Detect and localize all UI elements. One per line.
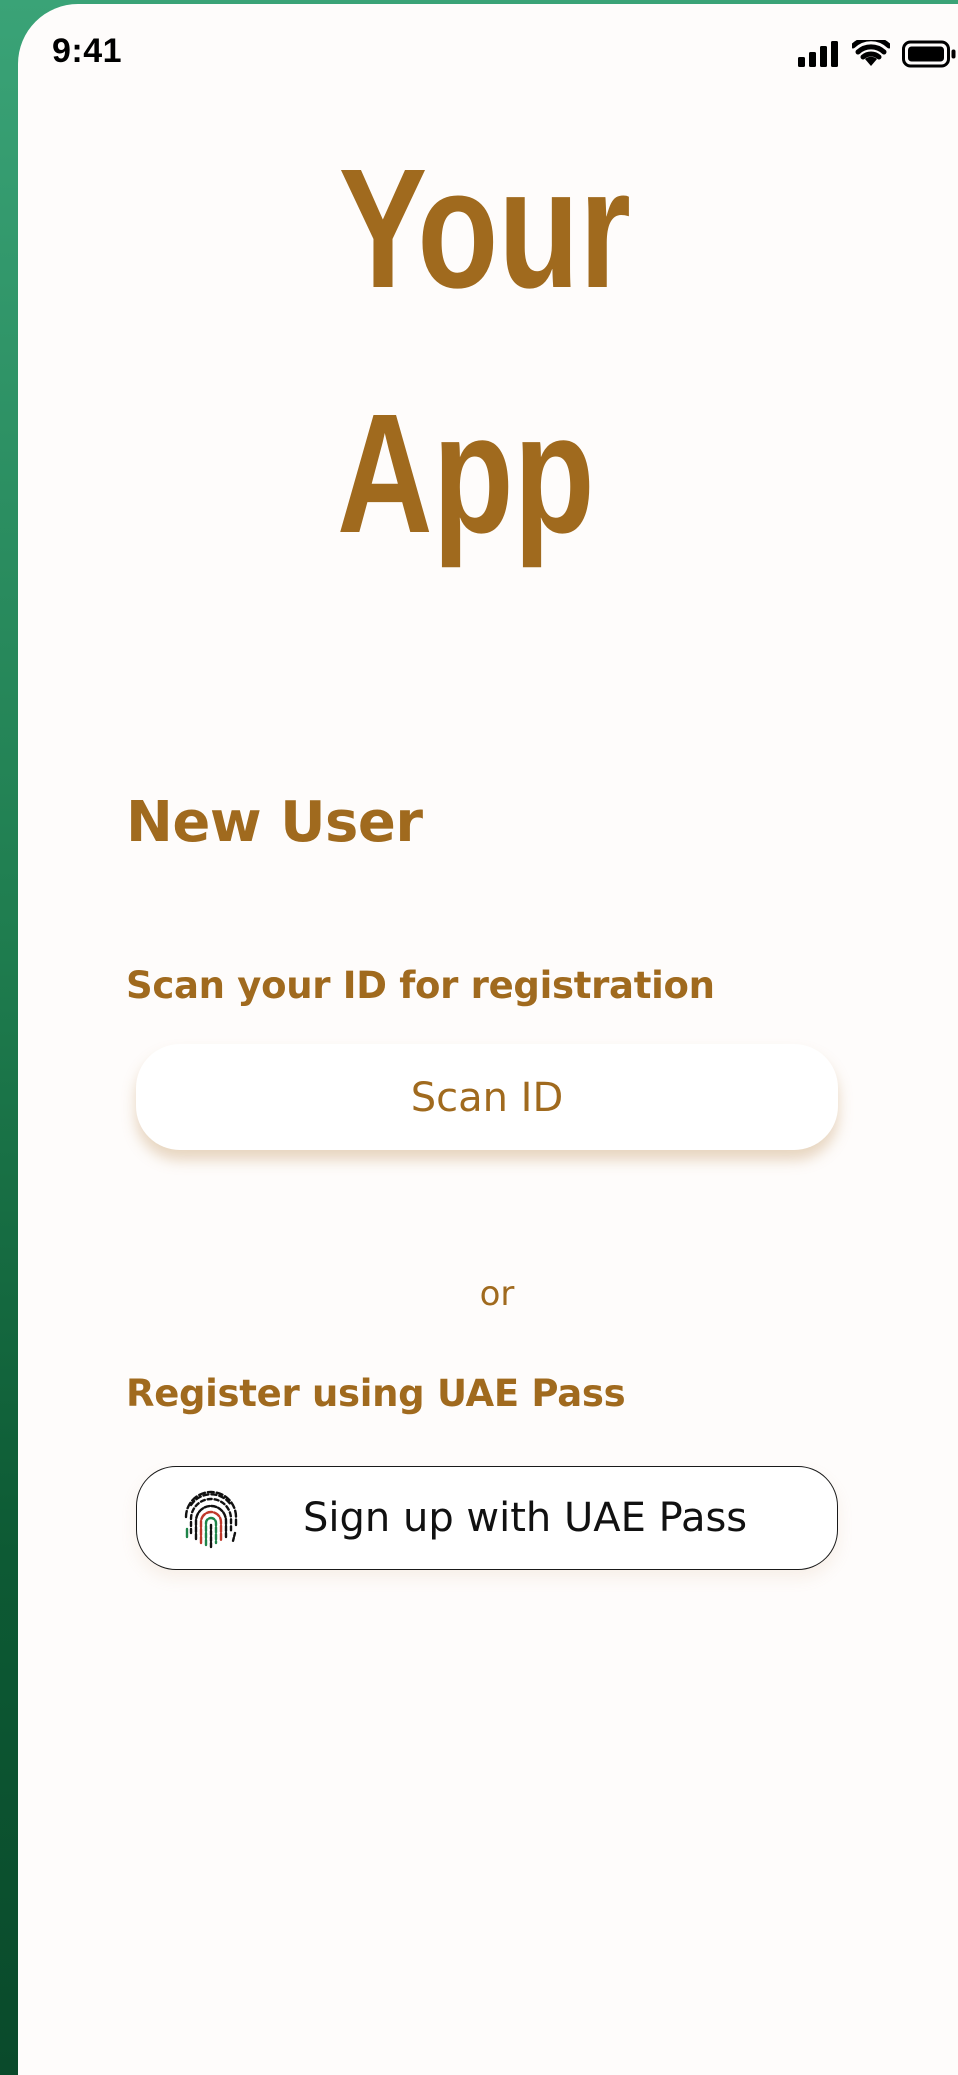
app-title-line1: Your [338,134,631,324]
status-bar: 9:41 [18,4,958,104]
sign-up-uae-pass-button[interactable]: Sign up with UAE Pass [136,1466,838,1570]
fingerprint-icon [184,1490,238,1549]
scan-id-label: Scan your ID for registration [126,964,715,1007]
or-divider-text: or [479,1274,515,1314]
sign-up-uae-pass-label: Sign up with UAE Pass [303,1495,748,1541]
battery-icon [902,40,956,68]
uae-pass-label: Register using UAE Pass [126,1372,626,1415]
app-title-line2: App [336,379,595,569]
new-user-heading: New User [126,790,423,855]
scan-id-button[interactable]: Scan ID [136,1044,838,1150]
wifi-icon [852,40,890,66]
cellular-signal-icon [798,41,838,67]
status-icons [798,40,958,68]
status-time: 9:41 [52,32,123,70]
app-screen: 9:41 Your App New User Scan your ID for … [18,4,958,2075]
